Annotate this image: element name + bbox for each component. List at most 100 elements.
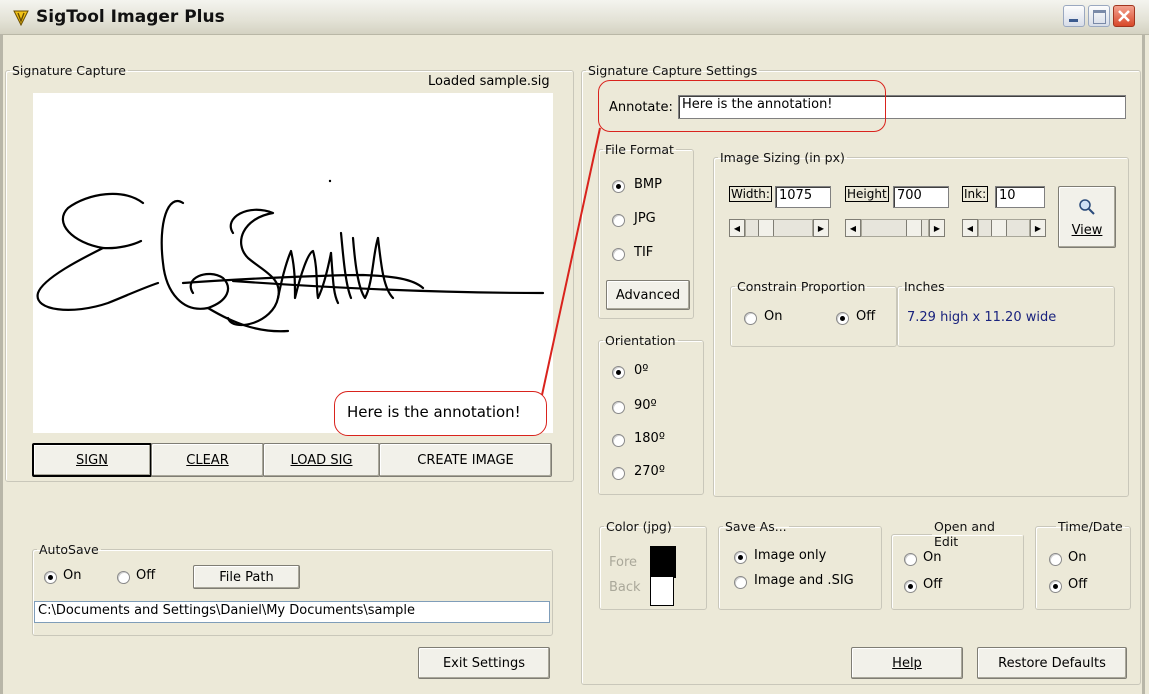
- save-image-only-radio[interactable]: [734, 551, 747, 564]
- format-jpg-label: JPG: [634, 211, 656, 226]
- orientation-legend: Orientation: [605, 333, 676, 348]
- open-edit-off-label: Off: [923, 577, 943, 592]
- constrain-off-label: Off: [856, 309, 876, 324]
- signature-pad[interactable]: [33, 93, 553, 433]
- load-sig-button[interactable]: LOAD SIG: [263, 443, 380, 477]
- inches-legend: Inches: [904, 279, 945, 294]
- width-increase-button[interactable]: ▶: [813, 219, 829, 237]
- orientation-0-label: 0º: [634, 363, 649, 378]
- autosave-on-label: On: [63, 568, 82, 583]
- create-image-button[interactable]: CREATE IMAGE: [379, 443, 552, 477]
- format-bmp-radio[interactable]: [612, 180, 625, 193]
- height-slider-thumb[interactable]: [906, 220, 922, 236]
- height-decrease-button[interactable]: ◀: [845, 219, 861, 237]
- restore-defaults-button[interactable]: Restore Defaults: [977, 647, 1127, 679]
- autosave-off-radio[interactable]: [117, 571, 130, 584]
- back-label: Back: [609, 580, 641, 595]
- signature-stroke: [36, 179, 545, 333]
- ink-increase-button[interactable]: ▶: [1030, 219, 1046, 237]
- format-tif-radio[interactable]: [612, 248, 625, 261]
- orientation-90-label: 90º: [634, 398, 657, 413]
- minimize-icon: [1069, 19, 1078, 22]
- fore-label: Fore: [609, 555, 638, 570]
- orientation-270-radio[interactable]: [612, 467, 625, 480]
- sign-button-label: SIGN: [76, 452, 108, 468]
- save-image-sig-label: Image and .SIG: [754, 573, 854, 588]
- create-image-button-label: CREATE IMAGE: [417, 452, 514, 468]
- width-slider-thumb[interactable]: [758, 220, 774, 236]
- ink-label: Ink:: [962, 186, 989, 202]
- file-path-field[interactable]: C:\Documents and Settings\Daniel\My Docu…: [34, 601, 550, 623]
- save-as-legend: Save As...: [725, 519, 787, 534]
- height-increase-button[interactable]: ▶: [929, 219, 945, 237]
- fore-color-swatch[interactable]: [650, 546, 676, 578]
- height-label: Height: [845, 186, 889, 202]
- width-decrease-button[interactable]: ◀: [729, 219, 745, 237]
- ink-input[interactable]: 10: [995, 186, 1045, 208]
- advanced-button[interactable]: Advanced: [606, 280, 690, 310]
- save-as-group: Save As...: [718, 519, 882, 610]
- time-date-off-radio[interactable]: [1049, 580, 1062, 593]
- ink-slider-thumb[interactable]: [991, 220, 1007, 236]
- clear-button-label: CLEAR: [186, 452, 229, 468]
- image-sizing-legend: Image Sizing (in px): [720, 150, 845, 165]
- format-bmp-label: BMP: [634, 177, 662, 192]
- constrain-proportion-legend: Constrain Proportion: [737, 279, 866, 294]
- advanced-button-label: Advanced: [615, 287, 681, 303]
- capture-settings-legend: Signature Capture Settings: [588, 63, 758, 78]
- sign-button[interactable]: SIGN: [32, 443, 152, 477]
- minimize-button[interactable]: [1063, 5, 1085, 27]
- height-slider[interactable]: [861, 219, 929, 237]
- load-status: Loaded sample.sig: [428, 74, 550, 89]
- width-label: Width:: [729, 186, 772, 202]
- maximize-button[interactable]: [1088, 5, 1110, 27]
- orientation-180-radio[interactable]: [612, 434, 625, 447]
- time-date-legend: Time/Date: [1058, 519, 1123, 534]
- open-edit-on-label: On: [923, 550, 942, 565]
- orientation-270-label: 270º: [634, 464, 665, 479]
- width-slider[interactable]: [745, 219, 813, 237]
- width-input[interactable]: 1075: [775, 186, 831, 208]
- ink-slider[interactable]: [978, 219, 1030, 237]
- load-sig-button-label: LOAD SIG: [290, 452, 353, 468]
- orientation-90-radio[interactable]: [612, 401, 625, 414]
- constrain-off-radio[interactable]: [836, 312, 849, 325]
- constrain-on-label: On: [764, 309, 783, 324]
- constrain-on-radio[interactable]: [744, 312, 757, 325]
- view-button-label: View: [1071, 222, 1103, 238]
- window-title: SigTool Imager Plus: [36, 7, 225, 27]
- ink-decrease-button[interactable]: ◀: [962, 219, 978, 237]
- signature-capture-legend: Signature Capture: [12, 63, 126, 78]
- inches-value: 7.29 high x 11.20 wide: [907, 310, 1057, 325]
- maximize-icon: [1093, 10, 1106, 24]
- file-format-legend: File Format: [605, 142, 674, 157]
- close-button[interactable]: [1113, 5, 1135, 27]
- file-path-button[interactable]: File Path: [193, 565, 300, 589]
- save-image-sig-radio[interactable]: [734, 576, 747, 589]
- open-edit-off-radio[interactable]: [904, 580, 917, 593]
- annotate-highlight: [598, 80, 886, 132]
- height-input[interactable]: 700: [893, 186, 949, 208]
- exit-settings-label: Exit Settings: [442, 655, 526, 671]
- view-button[interactable]: View: [1058, 186, 1116, 248]
- time-date-off-label: Off: [1068, 577, 1088, 592]
- time-date-on-radio[interactable]: [1049, 553, 1062, 566]
- help-button-label: Help: [892, 655, 922, 671]
- help-button[interactable]: Help: [851, 647, 963, 679]
- orientation-180-label: 180º: [634, 431, 665, 446]
- clear-button[interactable]: CLEAR: [151, 443, 264, 477]
- format-jpg-radio[interactable]: [612, 214, 625, 227]
- back-color-swatch[interactable]: [650, 576, 674, 606]
- orientation-0-radio[interactable]: [612, 366, 625, 379]
- app-logo-icon: [13, 10, 29, 27]
- signature-annotation-text: Here is the annotation!: [347, 403, 521, 421]
- time-date-on-label: On: [1068, 550, 1087, 565]
- autosave-on-radio[interactable]: [44, 571, 57, 584]
- exit-settings-button[interactable]: Exit Settings: [418, 647, 550, 679]
- close-icon: [1118, 10, 1130, 22]
- autosave-legend: AutoSave: [39, 542, 99, 557]
- color-legend: Color (jpg): [606, 519, 672, 534]
- open-edit-on-radio[interactable]: [904, 553, 917, 566]
- autosave-off-label: Off: [136, 568, 156, 583]
- save-image-only-label: Image only: [754, 548, 827, 563]
